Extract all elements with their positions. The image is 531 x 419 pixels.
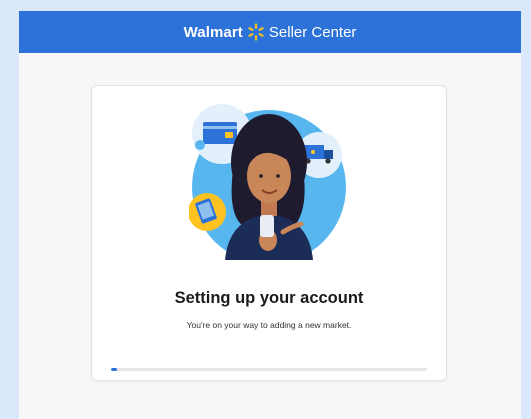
app-frame: Walmart Seller Center Setting up your ac…: [19, 11, 521, 419]
setup-subtitle: You're on your way to adding a new marke…: [186, 320, 352, 330]
setup-progress-fill: [111, 368, 118, 371]
top-header: Walmart Seller Center: [19, 11, 521, 53]
brand-name: Walmart: [183, 23, 243, 41]
seller-onboarding-illustration: [189, 104, 346, 260]
walmart-spark-icon: [248, 23, 264, 41]
setup-card: Setting up your account You're on your w…: [91, 85, 447, 381]
product-name: Seller Center: [268, 23, 357, 41]
setup-title: Setting up your account: [174, 289, 364, 307]
setup-progress-bar: [111, 368, 427, 371]
